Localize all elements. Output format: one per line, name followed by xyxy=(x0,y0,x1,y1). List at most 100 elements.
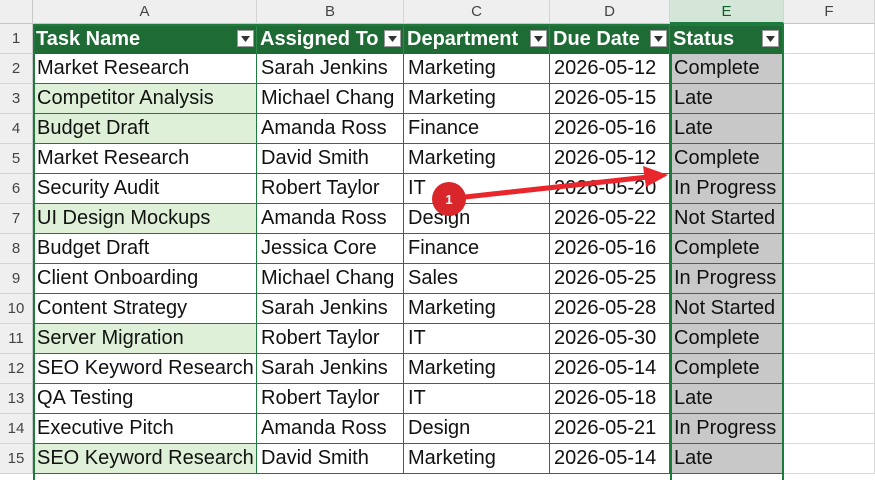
header-due-date[interactable]: Due Date xyxy=(550,24,670,54)
select-all-corner[interactable] xyxy=(0,0,33,24)
cell-f-row-14[interactable] xyxy=(784,414,875,444)
cell-dept-row-9[interactable]: Sales xyxy=(404,264,550,294)
cell-status-row-4[interactable]: Late xyxy=(670,114,784,144)
cell-f-row-7[interactable] xyxy=(784,204,875,234)
cell-task-row-2[interactable]: Market Research xyxy=(33,54,257,84)
row-header-11[interactable]: 11 xyxy=(0,324,33,354)
header-task-name[interactable]: Task Name xyxy=(33,24,257,54)
filter-dropdown-due-date[interactable] xyxy=(650,30,667,47)
cell-task-row-13[interactable]: QA Testing xyxy=(33,384,257,414)
cell-status-row-11[interactable]: Complete xyxy=(670,324,784,354)
cell-task-row-3[interactable]: Competitor Analysis xyxy=(33,84,257,114)
cell-dept-row-11[interactable]: IT xyxy=(404,324,550,354)
cell-status-row-9[interactable]: In Progress xyxy=(670,264,784,294)
cell-due-row-2[interactable]: 2026-05-12 xyxy=(550,54,670,84)
cell-due-row-8[interactable]: 2026-05-16 xyxy=(550,234,670,264)
cell-due-row-15[interactable]: 2026-05-14 xyxy=(550,444,670,474)
cell-task-row-12[interactable]: SEO Keyword Research xyxy=(33,354,257,384)
column-header-c[interactable]: C xyxy=(404,0,550,24)
cell-due-row-6[interactable]: 2026-05-20 xyxy=(550,174,670,204)
cell-assigned-row-3[interactable]: Michael Chang xyxy=(257,84,404,114)
cell-f-row-13[interactable] xyxy=(784,384,875,414)
cell-dept-row-3[interactable]: Marketing xyxy=(404,84,550,114)
cell-dept-row-13[interactable]: IT xyxy=(404,384,550,414)
cell-status-row-3[interactable]: Late xyxy=(670,84,784,114)
cell-task-row-8[interactable]: Budget Draft xyxy=(33,234,257,264)
cell-f-row-5[interactable] xyxy=(784,144,875,174)
cell-due-row-3[interactable]: 2026-05-15 xyxy=(550,84,670,114)
cell-assigned-row-8[interactable]: Jessica Core xyxy=(257,234,404,264)
cell-assigned-row-12[interactable]: Sarah Jenkins xyxy=(257,354,404,384)
cell-f-row-3[interactable] xyxy=(784,84,875,114)
cell-dept-row-12[interactable]: Marketing xyxy=(404,354,550,384)
cell-status-row-7[interactable]: Not Started xyxy=(670,204,784,234)
cell-task-row-4[interactable]: Budget Draft xyxy=(33,114,257,144)
cell-assigned-row-10[interactable]: Sarah Jenkins xyxy=(257,294,404,324)
cell-assigned-row-14[interactable]: Amanda Ross xyxy=(257,414,404,444)
row-header-5[interactable]: 5 xyxy=(0,144,33,174)
cell-dept-row-4[interactable]: Finance xyxy=(404,114,550,144)
cell-due-row-14[interactable]: 2026-05-21 xyxy=(550,414,670,444)
cell-task-row-5[interactable]: Market Research xyxy=(33,144,257,174)
header-department[interactable]: Department xyxy=(404,24,550,54)
row-header-9[interactable]: 9 xyxy=(0,264,33,294)
cell-f-row-12[interactable] xyxy=(784,354,875,384)
cell-task-row-9[interactable]: Client Onboarding xyxy=(33,264,257,294)
cell-task-row-11[interactable]: Server Migration xyxy=(33,324,257,354)
filter-dropdown-department[interactable] xyxy=(530,30,547,47)
cell-assigned-row-6[interactable]: Robert Taylor xyxy=(257,174,404,204)
cell-due-row-10[interactable]: 2026-05-28 xyxy=(550,294,670,324)
cell-dept-row-8[interactable]: Finance xyxy=(404,234,550,264)
row-header-14[interactable]: 14 xyxy=(0,414,33,444)
cell-dept-row-14[interactable]: Design xyxy=(404,414,550,444)
row-header-15[interactable]: 15 xyxy=(0,444,33,474)
cell-f-row-9[interactable] xyxy=(784,264,875,294)
row-header-1[interactable]: 1 xyxy=(0,24,33,54)
cell-assigned-row-2[interactable]: Sarah Jenkins xyxy=(257,54,404,84)
cell-dept-row-15[interactable]: Marketing xyxy=(404,444,550,474)
cell-due-row-12[interactable]: 2026-05-14 xyxy=(550,354,670,384)
row-header-2[interactable]: 2 xyxy=(0,54,33,84)
cell-task-row-14[interactable]: Executive Pitch xyxy=(33,414,257,444)
column-header-d[interactable]: D xyxy=(550,0,670,24)
filter-dropdown-assigned-to[interactable] xyxy=(384,30,401,47)
column-header-e[interactable]: E xyxy=(670,0,784,24)
column-header-f[interactable]: F xyxy=(784,0,875,24)
cell-assigned-row-7[interactable]: Amanda Ross xyxy=(257,204,404,234)
cell-f-row-6[interactable] xyxy=(784,174,875,204)
cell-status-row-13[interactable]: Late xyxy=(670,384,784,414)
cell-dept-row-2[interactable]: Marketing xyxy=(404,54,550,84)
cell-status-row-12[interactable]: Complete xyxy=(670,354,784,384)
header-status[interactable]: Status xyxy=(670,24,784,54)
cell-status-row-10[interactable]: Not Started xyxy=(670,294,784,324)
row-header-7[interactable]: 7 xyxy=(0,204,33,234)
cell-assigned-row-4[interactable]: Amanda Ross xyxy=(257,114,404,144)
cell-due-row-4[interactable]: 2026-05-16 xyxy=(550,114,670,144)
row-header-10[interactable]: 10 xyxy=(0,294,33,324)
cell-status-row-8[interactable]: Complete xyxy=(670,234,784,264)
cell-dept-row-7[interactable]: Design xyxy=(404,204,550,234)
cell-due-row-11[interactable]: 2026-05-30 xyxy=(550,324,670,354)
cell-status-row-6[interactable]: In Progress xyxy=(670,174,784,204)
cell-f-row-11[interactable] xyxy=(784,324,875,354)
cell-dept-row-5[interactable]: Marketing xyxy=(404,144,550,174)
cell-status-row-14[interactable]: In Progress xyxy=(670,414,784,444)
cell-f-row-4[interactable] xyxy=(784,114,875,144)
cell-f-row-8[interactable] xyxy=(784,234,875,264)
cell-task-row-10[interactable]: Content Strategy xyxy=(33,294,257,324)
cell-assigned-row-13[interactable]: Robert Taylor xyxy=(257,384,404,414)
row-header-12[interactable]: 12 xyxy=(0,354,33,384)
cell-task-row-15[interactable]: SEO Keyword Research xyxy=(33,444,257,474)
row-header-3[interactable]: 3 xyxy=(0,84,33,114)
cell-task-row-6[interactable]: Security Audit xyxy=(33,174,257,204)
cell-assigned-row-9[interactable]: Michael Chang xyxy=(257,264,404,294)
cell-assigned-row-5[interactable]: David Smith xyxy=(257,144,404,174)
row-header-4[interactable]: 4 xyxy=(0,114,33,144)
cell-f-row-10[interactable] xyxy=(784,294,875,324)
cell-status-row-5[interactable]: Complete xyxy=(670,144,784,174)
row-header-13[interactable]: 13 xyxy=(0,384,33,414)
cell-f-row-2[interactable] xyxy=(784,54,875,84)
cell-due-row-7[interactable]: 2026-05-22 xyxy=(550,204,670,234)
cell-f1[interactable] xyxy=(784,24,875,54)
cell-due-row-5[interactable]: 2026-05-12 xyxy=(550,144,670,174)
